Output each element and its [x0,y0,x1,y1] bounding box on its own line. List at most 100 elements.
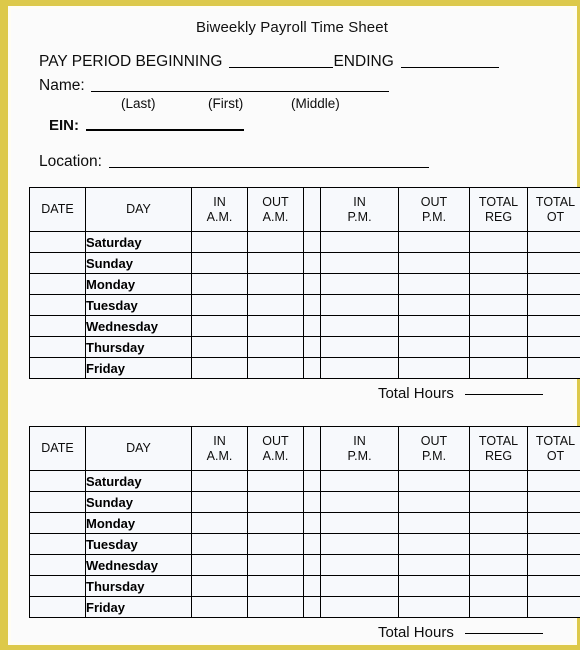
cell-out-am[interactable] [247,336,304,358]
cell-out-pm[interactable] [398,252,470,274]
pay-period-beginning-input[interactable] [229,66,334,68]
cell-out-pm[interactable] [398,491,470,513]
cell-in-am[interactable] [191,294,248,316]
cell-total-ot[interactable] [527,252,580,274]
cell-out-am[interactable] [247,357,304,379]
cell-in-pm[interactable] [320,554,399,576]
cell-date[interactable] [29,252,86,274]
cell-out-am[interactable] [247,294,304,316]
cell-total-reg[interactable] [469,294,528,316]
cell-in-am[interactable] [191,252,248,274]
cell-in-pm[interactable] [320,470,399,492]
cell-out-pm[interactable] [398,596,470,618]
cell-in-pm[interactable] [320,294,399,316]
cell-out-pm[interactable] [398,512,470,534]
cell-total-reg[interactable] [469,554,528,576]
cell-out-am[interactable] [247,533,304,555]
cell-total-ot[interactable] [527,533,580,555]
pay-period-ending-input[interactable] [400,66,499,68]
cell-out-pm[interactable] [398,231,470,253]
cell-out-am[interactable] [247,575,304,597]
cell-in-am[interactable] [191,554,248,576]
cell-total-reg[interactable] [469,596,528,618]
cell-out-am[interactable] [247,231,304,253]
cell-in-pm[interactable] [320,596,399,618]
cell-date[interactable] [29,294,86,316]
cell-date[interactable] [29,336,86,358]
cell-out-pm[interactable] [398,315,470,337]
cell-in-am[interactable] [191,273,248,295]
cell-out-pm[interactable] [398,533,470,555]
cell-total-reg[interactable] [469,533,528,555]
ein-input[interactable] [86,128,244,131]
cell-out-am[interactable] [247,315,304,337]
cell-out-am[interactable] [247,596,304,618]
cell-out-pm[interactable] [398,575,470,597]
cell-in-am[interactable] [191,491,248,513]
cell-total-ot[interactable] [527,491,580,513]
cell-in-am[interactable] [191,575,248,597]
cell-total-ot[interactable] [527,554,580,576]
cell-out-am[interactable] [247,273,304,295]
cell-in-am[interactable] [191,336,248,358]
cell-date[interactable] [29,231,86,253]
cell-out-am[interactable] [247,512,304,534]
cell-total-ot[interactable] [527,315,580,337]
total-hours-input[interactable] [465,632,543,634]
cell-in-am[interactable] [191,470,248,492]
cell-in-pm[interactable] [320,231,399,253]
cell-total-reg[interactable] [469,491,528,513]
cell-in-pm[interactable] [320,273,399,295]
cell-in-pm[interactable] [320,252,399,274]
cell-total-ot[interactable] [527,575,580,597]
location-input[interactable] [108,166,429,168]
cell-in-pm[interactable] [320,336,399,358]
cell-in-am[interactable] [191,596,248,618]
cell-in-am[interactable] [191,231,248,253]
cell-date[interactable] [29,575,86,597]
cell-date[interactable] [29,273,86,295]
cell-total-reg[interactable] [469,575,528,597]
cell-total-ot[interactable] [527,512,580,534]
cell-in-am[interactable] [191,512,248,534]
cell-total-ot[interactable] [527,470,580,492]
cell-date[interactable] [29,357,86,379]
cell-date[interactable] [29,596,86,618]
cell-total-ot[interactable] [527,336,580,358]
cell-total-ot[interactable] [527,357,580,379]
cell-in-am[interactable] [191,533,248,555]
cell-in-pm[interactable] [320,575,399,597]
cell-total-reg[interactable] [469,252,528,274]
cell-date[interactable] [29,512,86,534]
cell-in-pm[interactable] [320,315,399,337]
cell-out-pm[interactable] [398,470,470,492]
cell-in-pm[interactable] [320,357,399,379]
cell-total-reg[interactable] [469,512,528,534]
cell-out-pm[interactable] [398,336,470,358]
cell-total-ot[interactable] [527,231,580,253]
cell-in-am[interactable] [191,315,248,337]
cell-date[interactable] [29,554,86,576]
cell-date[interactable] [29,533,86,555]
cell-date[interactable] [29,315,86,337]
cell-in-pm[interactable] [320,533,399,555]
cell-in-pm[interactable] [320,491,399,513]
cell-out-am[interactable] [247,554,304,576]
cell-total-ot[interactable] [527,596,580,618]
cell-total-reg[interactable] [469,273,528,295]
cell-out-pm[interactable] [398,273,470,295]
name-input[interactable] [90,90,389,92]
cell-total-ot[interactable] [527,273,580,295]
total-hours-input[interactable] [465,393,543,395]
cell-in-am[interactable] [191,357,248,379]
cell-out-pm[interactable] [398,554,470,576]
cell-out-am[interactable] [247,470,304,492]
cell-out-pm[interactable] [398,294,470,316]
cell-total-reg[interactable] [469,231,528,253]
cell-in-pm[interactable] [320,512,399,534]
cell-total-ot[interactable] [527,294,580,316]
cell-date[interactable] [29,470,86,492]
cell-out-am[interactable] [247,491,304,513]
cell-total-reg[interactable] [469,357,528,379]
cell-out-am[interactable] [247,252,304,274]
